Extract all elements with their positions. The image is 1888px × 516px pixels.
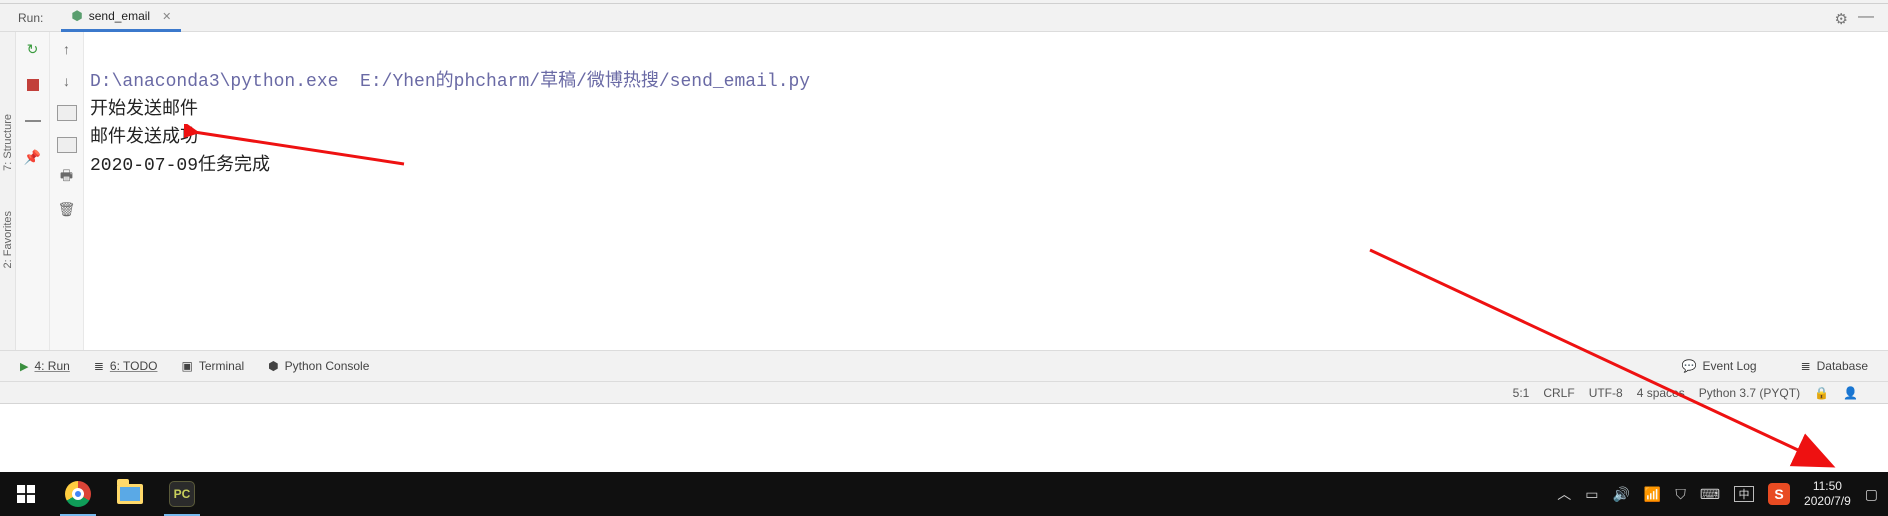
start-button[interactable] (0, 472, 52, 516)
status-indent[interactable]: 4 spaces (1637, 386, 1685, 400)
tray-wifi-icon[interactable]: 📶 (1644, 486, 1661, 503)
windows-taskbar: PC ︿ ▭ 🔊 📶 ⛉ ⌨ 中 S 11:50 2020/7/9 ▢ (0, 472, 1888, 516)
run-label: Run: (18, 11, 43, 25)
layout-icon[interactable] (22, 110, 44, 132)
tray-security-icon[interactable]: ⛉ (1675, 486, 1686, 503)
status-line-sep[interactable]: CRLF (1543, 386, 1574, 400)
tray-sogou-icon[interactable]: S (1768, 483, 1790, 505)
close-tab-icon[interactable]: ✕ (162, 10, 171, 23)
rerun-icon[interactable]: ↻ (22, 38, 44, 60)
windows-logo-icon (17, 485, 35, 503)
tray-time: 11:50 (1804, 479, 1851, 494)
console-line: 邮件发送成功 (90, 128, 198, 148)
status-caret-pos[interactable]: 5:1 (1513, 386, 1530, 400)
run-tool-window-header: Run: ⬢ send_email ✕ ⚙ — (0, 4, 1888, 32)
tray-ime-indicator[interactable]: 中 (1734, 486, 1754, 502)
tray-action-center-icon[interactable]: ▢ (1865, 486, 1878, 503)
tool-run-label: 4: Run (34, 359, 69, 373)
status-encoding[interactable]: UTF-8 (1589, 386, 1623, 400)
python-icon: ⬢ (268, 359, 278, 373)
event-log-icon: 💬 (1682, 359, 1697, 373)
status-interpreter[interactable]: Python 3.7 (PYQT) (1699, 386, 1800, 400)
tray-clock[interactable]: 11:50 2020/7/9 (1804, 479, 1851, 509)
lock-icon[interactable]: 🔒 (1814, 386, 1829, 400)
tray-battery-icon[interactable]: ▭ (1585, 486, 1598, 503)
print-icon[interactable]: 🖶 (56, 166, 78, 188)
database-icon: ≣ (1801, 359, 1811, 373)
python-file-icon: ⬢ (71, 8, 82, 24)
pin-icon[interactable]: 📌 (22, 146, 44, 168)
ide-status-bar: 5:1 CRLF UTF-8 4 spaces Python 3.7 (PYQT… (0, 382, 1888, 404)
tool-python-console[interactable]: ⬢ Python Console (268, 359, 369, 373)
chrome-icon (65, 481, 91, 507)
taskbar-chrome[interactable] (52, 472, 104, 516)
taskbar-explorer[interactable] (104, 472, 156, 516)
tool-event-log[interactable]: 💬 Event Log (1682, 359, 1757, 373)
stop-icon[interactable] (22, 74, 44, 96)
console-line: 开始发送邮件 (90, 100, 198, 120)
clear-all-icon[interactable]: 🗑 (56, 198, 78, 220)
terminal-icon: ▣ (181, 359, 192, 373)
run-tab-title: send_email (89, 9, 150, 23)
run-action-gutter: ↻ 📌 (16, 32, 50, 350)
soft-wrap-icon[interactable] (56, 102, 78, 124)
todo-icon: ≣ (94, 359, 104, 373)
folder-icon (117, 484, 143, 504)
tool-terminal-label: Terminal (199, 359, 244, 373)
run-tab-send-email[interactable]: ⬢ send_email ✕ (61, 4, 181, 32)
scroll-down-icon[interactable]: ↓ (56, 70, 78, 92)
run-triangle-icon: ▶ (20, 360, 28, 373)
tool-todo-label: 6: TODO (110, 359, 158, 373)
tray-date: 2020/7/9 (1804, 494, 1851, 509)
tool-todo[interactable]: ≣ 6: TODO (94, 359, 158, 373)
gap (0, 404, 1888, 472)
inspector-icon[interactable]: 👤 (1843, 386, 1858, 400)
tool-event-log-label: Event Log (1703, 359, 1757, 373)
tool-database-label: Database (1817, 359, 1868, 373)
bottom-tool-strip: ▶ 4: Run ≣ 6: TODO ▣ Terminal ⬢ Python C… (0, 350, 1888, 382)
tray-chevron-up-icon[interactable]: ︿ (1557, 484, 1571, 504)
gear-icon[interactable]: ⚙ (1835, 10, 1848, 28)
tool-terminal[interactable]: ▣ Terminal (181, 359, 244, 373)
tray-keyboard-icon[interactable]: ⌨ (1700, 486, 1720, 503)
scroll-up-icon[interactable]: ↑ (56, 38, 78, 60)
console-command-line: D:\anaconda3\python.exe E:/Yhen的phcharm/… (90, 72, 810, 92)
tool-database[interactable]: ≣ Database (1801, 359, 1868, 373)
pycharm-icon: PC (169, 481, 195, 507)
tray-volume-icon[interactable]: 🔊 (1612, 486, 1629, 503)
system-tray: ︿ ▭ 🔊 📶 ⛉ ⌨ 中 S 11:50 2020/7/9 ▢ (1557, 472, 1888, 516)
tool-run[interactable]: ▶ 4: Run (20, 359, 70, 373)
hide-tool-window-icon[interactable]: — (1858, 8, 1874, 26)
console-output[interactable]: D:\anaconda3\python.exe E:/Yhen的phcharm/… (84, 32, 1888, 350)
tool-python-console-label: Python Console (285, 359, 370, 373)
taskbar-pycharm[interactable]: PC (156, 472, 208, 516)
run-body: 7: Structure 2: Favorites ↻ 📌 ↑ ↓ 🖶 🗑 D:… (0, 32, 1888, 350)
side-tab-structure[interactable]: 7: Structure (2, 114, 14, 171)
side-tab-favorites[interactable]: 2: Favorites (2, 211, 14, 268)
left-tool-rail: 7: Structure 2: Favorites (0, 32, 16, 350)
output-action-gutter: ↑ ↓ 🖶 🗑 (50, 32, 84, 350)
console-line: 2020-07-09任务完成 (90, 156, 270, 176)
scroll-to-end-icon[interactable] (56, 134, 78, 156)
